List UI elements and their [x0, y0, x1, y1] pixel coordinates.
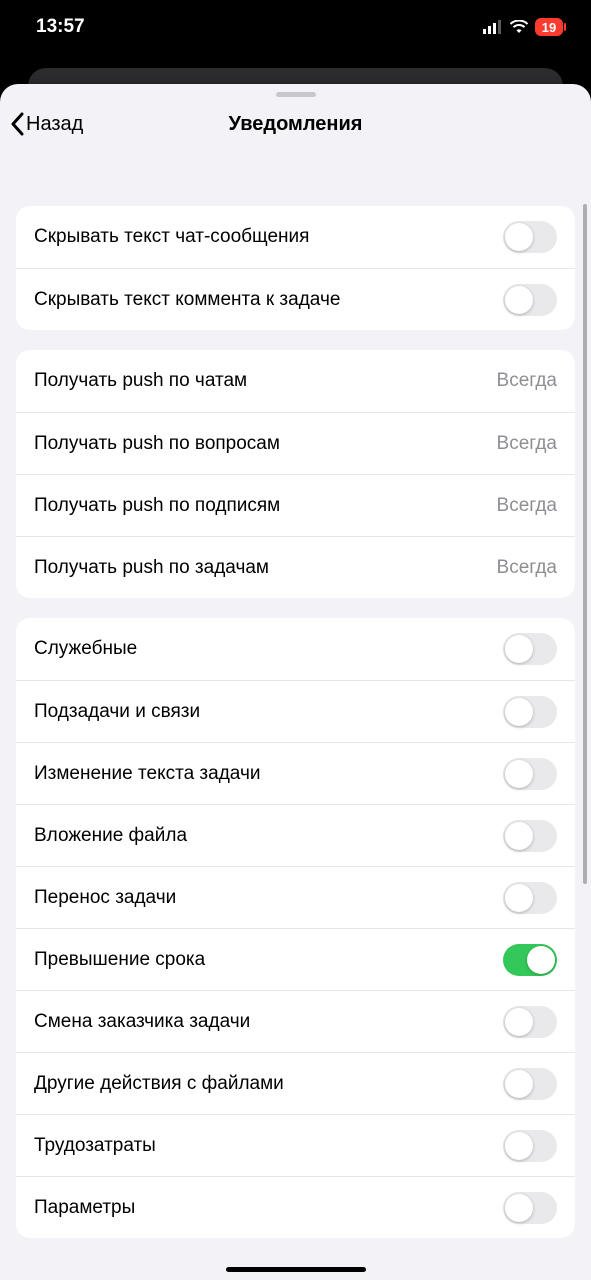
cellular-icon: [483, 20, 503, 34]
nav-header: Назад Уведомления: [0, 101, 591, 147]
sheet-grabber[interactable]: [276, 92, 316, 97]
settings-sheet: Назад Уведомления Скрывать текст чат-соо…: [0, 84, 591, 1280]
row-service[interactable]: Служебные: [16, 618, 575, 680]
row-label: Подзадачи и связи: [34, 701, 503, 723]
toggle-deadline-exceeded[interactable]: [503, 944, 557, 976]
row-label: Смена заказчика задачи: [34, 1011, 503, 1033]
row-label: Служебные: [34, 638, 503, 660]
row-deadline-exceeded[interactable]: Превышение срока: [16, 928, 575, 990]
row-label: Превышение срока: [34, 949, 503, 971]
row-label: Параметры: [34, 1197, 503, 1219]
toggle-hide-comment-text[interactable]: [503, 284, 557, 316]
row-value: Всегда: [497, 370, 557, 392]
toggle-hide-chat-text[interactable]: [503, 221, 557, 253]
toggle-subtasks[interactable]: [503, 696, 557, 728]
row-label: Получать push по вопросам: [34, 433, 497, 455]
page-title: Уведомления: [229, 113, 363, 136]
group-push: Получать push по чатам Всегда Получать p…: [16, 350, 575, 598]
background-strip: [0, 54, 591, 84]
row-push-tasks[interactable]: Получать push по задачам Всегда: [16, 536, 575, 598]
row-labor-costs[interactable]: Трудозатраты: [16, 1114, 575, 1176]
status-bar: 13:57 19: [0, 0, 591, 54]
row-parameters[interactable]: Параметры: [16, 1176, 575, 1238]
toggle-labor-costs[interactable]: [503, 1130, 557, 1162]
row-label: Скрывать текст коммента к задаче: [34, 289, 503, 311]
row-label: Скрывать текст чат-сообщения: [34, 226, 503, 248]
settings-scroll[interactable]: Скрывать текст чат-сообщения Скрывать те…: [0, 148, 591, 1280]
toggle-task-text-change[interactable]: [503, 758, 557, 790]
home-indicator[interactable]: [226, 1267, 366, 1272]
row-push-signatures[interactable]: Получать push по подписям Всегда: [16, 474, 575, 536]
row-task-text-change[interactable]: Изменение текста задачи: [16, 742, 575, 804]
toggle-other-file-actions[interactable]: [503, 1068, 557, 1100]
toggle-parameters[interactable]: [503, 1192, 557, 1224]
row-hide-chat-text[interactable]: Скрывать текст чат-сообщения: [16, 206, 575, 268]
toggle-task-move[interactable]: [503, 882, 557, 914]
row-customer-change[interactable]: Смена заказчика задачи: [16, 990, 575, 1052]
chevron-left-icon: [10, 112, 24, 136]
row-subtasks[interactable]: Подзадачи и связи: [16, 680, 575, 742]
status-time: 13:57: [36, 16, 85, 38]
row-label: Изменение текста задачи: [34, 763, 503, 785]
battery-indicator: 19: [535, 18, 563, 36]
row-label: Получать push по чатам: [34, 370, 497, 392]
scrollbar[interactable]: [583, 204, 587, 884]
row-label: Другие действия с файлами: [34, 1073, 503, 1095]
row-label: Перенос задачи: [34, 887, 503, 909]
toggle-customer-change[interactable]: [503, 1006, 557, 1038]
toggle-file-attach[interactable]: [503, 820, 557, 852]
row-push-chats[interactable]: Получать push по чатам Всегда: [16, 350, 575, 412]
status-indicators: 19: [483, 18, 563, 36]
row-file-attach[interactable]: Вложение файла: [16, 804, 575, 866]
row-value: Всегда: [497, 495, 557, 517]
row-label: Получать push по задачам: [34, 557, 497, 579]
row-label: Трудозатраты: [34, 1135, 503, 1157]
row-value: Всегда: [497, 557, 557, 579]
row-label: Получать push по подписям: [34, 495, 497, 517]
back-button[interactable]: Назад: [10, 101, 83, 147]
row-task-move[interactable]: Перенос задачи: [16, 866, 575, 928]
row-value: Всегда: [497, 433, 557, 455]
row-hide-comment-text[interactable]: Скрывать текст коммента к задаче: [16, 268, 575, 330]
group-task-notifs: Служебные Подзадачи и связи Изменение те…: [16, 618, 575, 1238]
wifi-icon: [509, 20, 529, 34]
toggle-service[interactable]: [503, 633, 557, 665]
row-other-file-actions[interactable]: Другие действия с файлами: [16, 1052, 575, 1114]
row-push-questions[interactable]: Получать push по вопросам Всегда: [16, 412, 575, 474]
row-label: Вложение файла: [34, 825, 503, 847]
group-hide-text: Скрывать текст чат-сообщения Скрывать те…: [16, 206, 575, 330]
back-label: Назад: [26, 113, 83, 136]
